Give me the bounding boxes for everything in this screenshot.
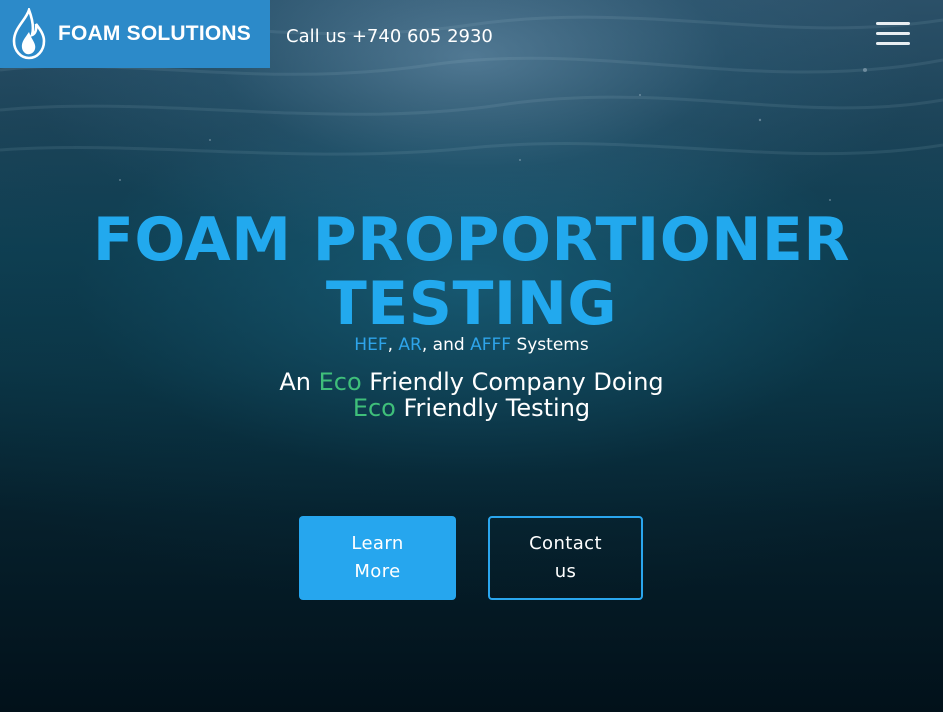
tagline-line2: Eco Friendly Testing xyxy=(0,395,943,421)
tagline-line1-rest: Friendly Company Doing xyxy=(361,368,664,396)
tagline-eco-1: Eco xyxy=(318,368,362,396)
page-title-line1: FOAM PROPORTIONER xyxy=(92,205,851,275)
learn-more-label: Learn More xyxy=(338,530,418,586)
system-hef: HEF xyxy=(354,335,388,355)
contact-us-button[interactable]: Contact us xyxy=(488,516,643,600)
brand-logo[interactable]: FOAM SOLUTIONS xyxy=(0,0,270,68)
tagline-eco-2: Eco xyxy=(352,394,396,422)
contact-us-label-line2: us xyxy=(554,561,577,582)
brand-name: FOAM SOLUTIONS xyxy=(58,22,251,45)
phone-link[interactable]: Call us +740 605 2930 xyxy=(286,26,493,47)
hero-section: FOAM SOLUTIONS Call us +740 605 2930 FOA… xyxy=(0,0,943,712)
contact-us-label-line1: Contact xyxy=(529,533,602,554)
learn-more-label-line2: More xyxy=(354,561,401,582)
page-title-line2: TESTING xyxy=(325,269,618,339)
systems-separator-2: , and xyxy=(421,335,471,355)
hamburger-menu-icon[interactable] xyxy=(876,20,910,48)
tagline-line1: An Eco Friendly Company Doing xyxy=(0,369,943,395)
learn-more-label-line1: Learn xyxy=(351,533,404,554)
page-title: FOAM PROPORTIONER TESTING xyxy=(0,208,943,336)
system-afff: AFFF xyxy=(470,335,512,355)
systems-suffix: Systems xyxy=(511,335,589,355)
tagline-prefix: An xyxy=(279,368,319,396)
learn-more-button[interactable]: Learn More xyxy=(299,516,456,600)
tagline-line2-rest: Friendly Testing xyxy=(395,394,591,422)
system-ar: AR xyxy=(398,335,422,355)
systems-subtitle: HEF, AR, and AFFF Systems xyxy=(0,335,943,355)
systems-separator-1: , xyxy=(387,335,399,355)
flame-droplet-icon xyxy=(6,7,52,61)
tagline: An Eco Friendly Company Doing Eco Friend… xyxy=(0,369,943,421)
contact-us-label: Contact us xyxy=(526,530,606,586)
